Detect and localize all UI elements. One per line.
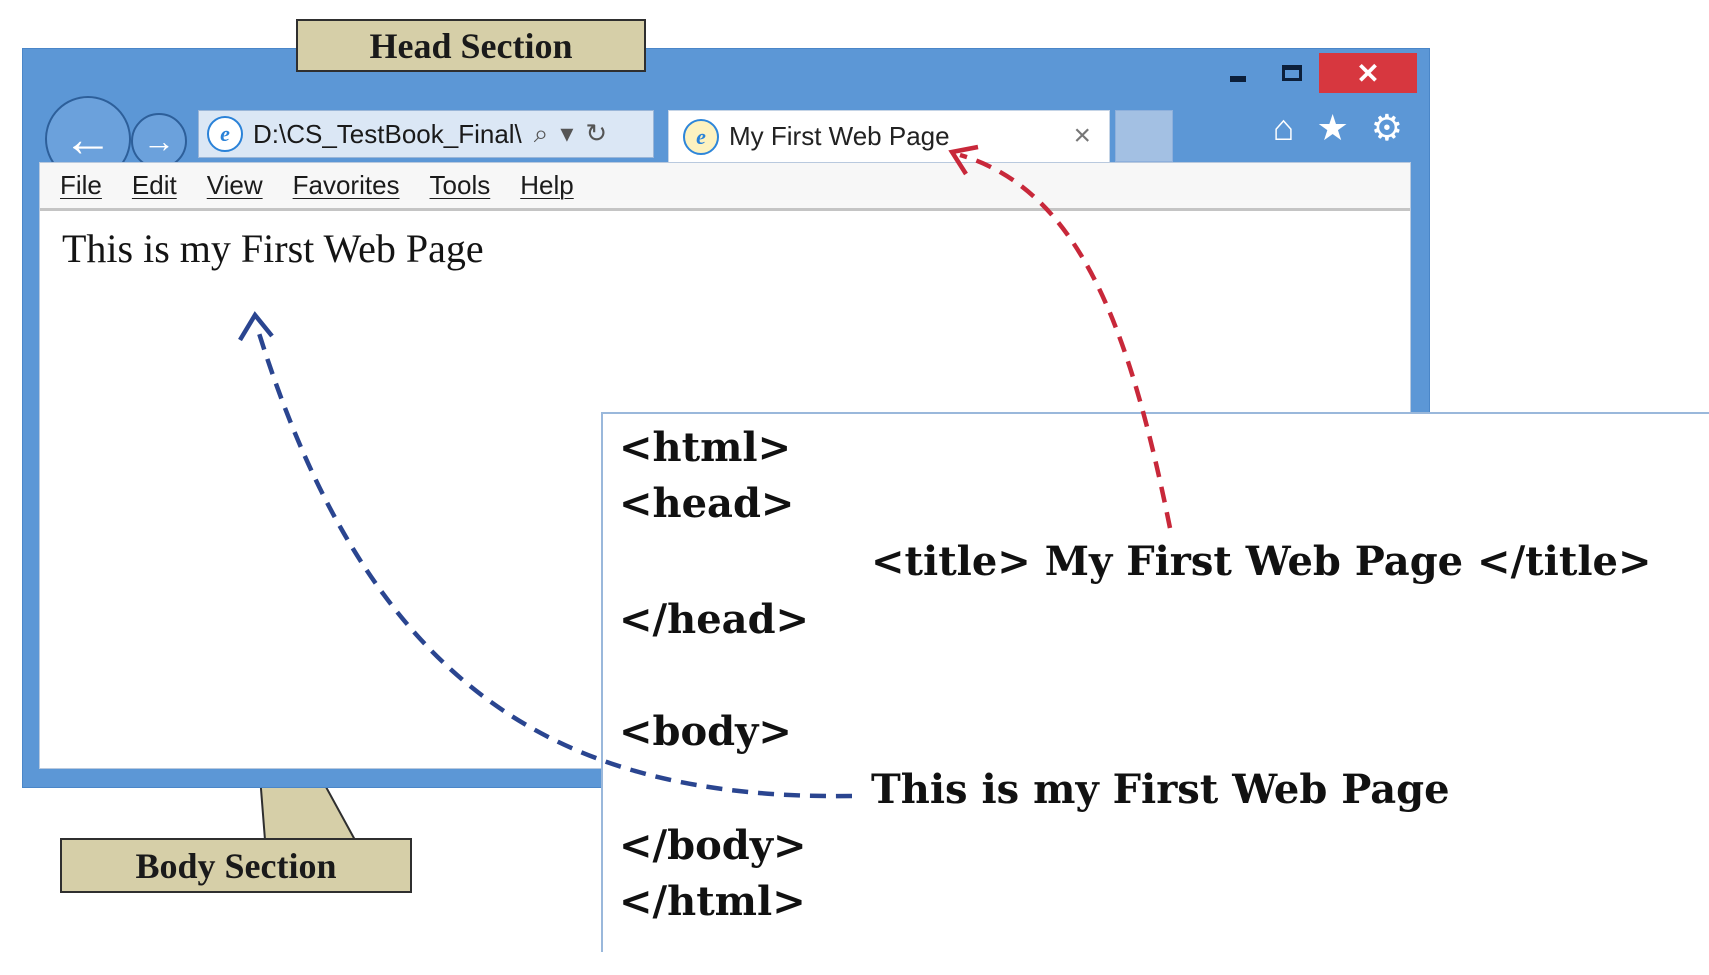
menu-edit[interactable]: Edit — [132, 170, 177, 201]
minimize-icon — [1230, 76, 1246, 82]
head-section-callout: Head Section — [296, 19, 646, 72]
code-body-text: This is my First Web Page — [871, 766, 1450, 813]
code-html-close: </html> — [619, 878, 806, 925]
code-title-line: <title> My First Web Page </title> — [871, 538, 1652, 585]
menu-tools[interactable]: Tools — [430, 170, 491, 201]
minimize-button[interactable] — [1211, 53, 1265, 93]
refresh-icon[interactable]: ↻ — [585, 118, 607, 150]
forward-button[interactable]: → — [131, 113, 187, 169]
close-icon: ✕ — [1356, 57, 1380, 89]
tab-ie-icon: e — [683, 118, 719, 155]
address-text: D:\CS_TestBook_Final\ — [253, 118, 522, 149]
star-icon[interactable]: ★ — [1316, 107, 1348, 149]
code-body-close: </body> — [619, 822, 807, 869]
forward-arrow-icon: → — [143, 122, 175, 159]
close-button[interactable]: ✕ — [1319, 53, 1417, 93]
address-controls: ⌕ ▾ ↻ — [534, 118, 607, 150]
address-bar[interactable]: e D:\CS_TestBook_Final\ ⌕ ▾ ↻ — [198, 110, 654, 158]
search-icon[interactable]: ⌕ — [534, 118, 549, 150]
menu-file[interactable]: File — [60, 170, 102, 201]
menu-bar: File Edit View Favorites Tools Help — [40, 163, 1410, 211]
tab-title: My First Web Page — [729, 121, 950, 151]
menu-favorites[interactable]: Favorites — [293, 170, 400, 201]
window-controls: ✕ — [1211, 51, 1417, 95]
new-tab-button[interactable] — [1115, 110, 1173, 162]
maximize-icon — [1282, 65, 1302, 81]
maximize-button[interactable] — [1265, 53, 1319, 93]
body-section-callout: Body Section — [60, 838, 412, 893]
code-head-open: <head> — [619, 480, 795, 527]
dropdown-icon[interactable]: ▾ — [560, 118, 573, 150]
menu-help[interactable]: Help — [520, 170, 573, 201]
toolbar-right-icons: ⌂ ★ ⚙ — [1273, 107, 1403, 149]
code-html-open: <html> — [619, 424, 792, 471]
code-head-close: </head> — [619, 596, 810, 643]
menu-view[interactable]: View — [207, 170, 263, 201]
ie-icon: e — [207, 116, 243, 152]
page-body-text: This is my First Web Page — [62, 226, 484, 271]
tab-close-icon[interactable]: × — [1073, 119, 1091, 153]
back-arrow-icon: ← — [63, 111, 113, 167]
gear-icon[interactable]: ⚙ — [1371, 107, 1403, 149]
tab-my-first-web-page[interactable]: e My First Web Page × — [668, 110, 1110, 162]
code-body-open: <body> — [619, 708, 792, 755]
home-icon[interactable]: ⌂ — [1273, 107, 1295, 149]
code-panel: <html> <head> <title> My First Web Page … — [601, 412, 1709, 952]
